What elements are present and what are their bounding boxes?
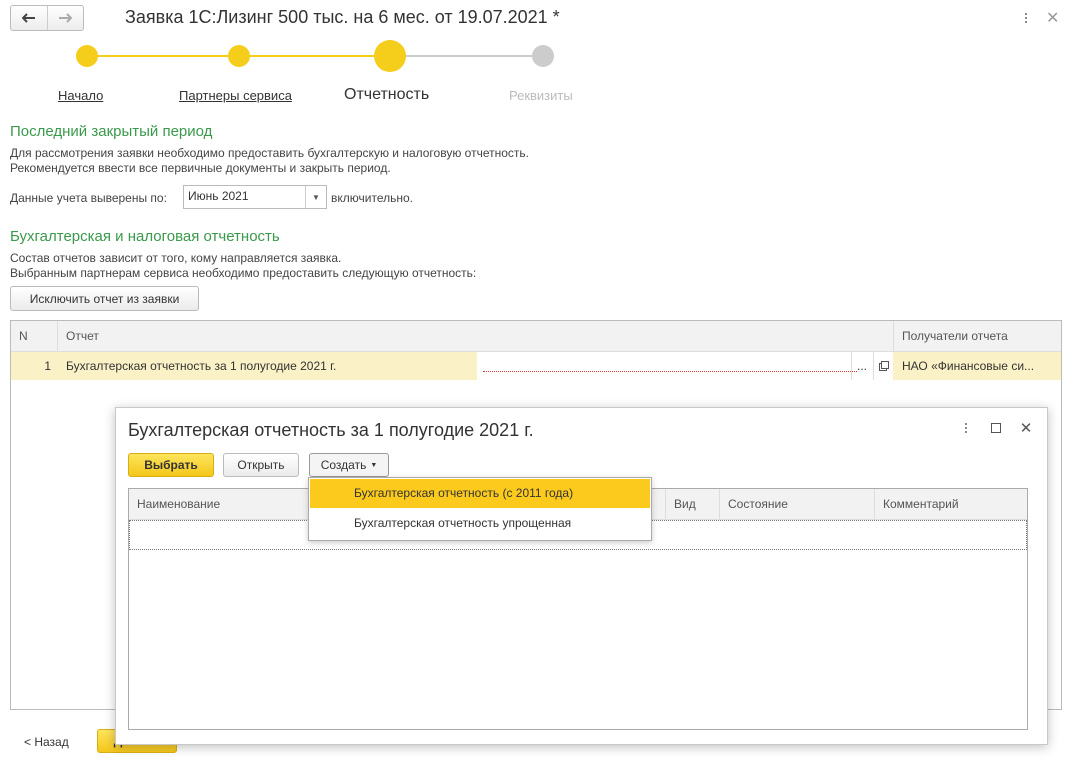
step-dot-start[interactable] <box>76 45 98 67</box>
arrow-right-icon <box>59 13 73 23</box>
create-button-label: Создать <box>320 458 367 472</box>
col-recipients[interactable]: Получатели отчета <box>893 321 1061 351</box>
create-dropdown-menu: Бухгалтерская отчетность (с 2011 года) Б… <box>308 477 652 541</box>
dialog-title: Бухгалтерская отчетность за 1 полугодие … <box>128 420 534 440</box>
period-select[interactable]: Июнь 2021 ▼ <box>183 185 327 209</box>
step-dot-partners[interactable] <box>228 45 250 67</box>
period-heading: Последний закрытый период <box>10 123 213 140</box>
step-current-label: Отчетность <box>344 86 430 103</box>
close-icon[interactable]: ✕ <box>1046 8 1059 28</box>
history-nav <box>10 5 84 31</box>
step-dot-reports <box>374 40 406 72</box>
dropdown-arrow-icon: ▼ <box>370 461 378 469</box>
forward-button[interactable] <box>46 6 84 30</box>
close-icon[interactable]: ✕ <box>1018 420 1034 437</box>
col-report[interactable]: Отчет <box>57 321 893 351</box>
reports-table-header: N Отчет Получатели отчета <box>11 321 1061 352</box>
back-link[interactable]: < Назад <box>24 735 69 749</box>
maximize-icon[interactable] <box>988 420 1004 436</box>
period-suffix: включительно. <box>331 191 413 205</box>
col-comment[interactable]: Комментарий <box>874 489 1027 519</box>
col-n[interactable]: N <box>11 321 57 351</box>
row-number: 1 <box>44 359 51 373</box>
reports-heading: Бухгалтерская и налоговая отчетность <box>10 228 280 245</box>
input-underline <box>483 371 857 372</box>
reports-text-2: Выбранным партнерам сервиса необходимо п… <box>10 266 477 280</box>
exclude-report-button[interactable]: Исключить отчет из заявки <box>10 286 199 311</box>
step-partners-link[interactable]: Партнеры сервиса <box>179 88 292 103</box>
arrow-left-icon <box>21 13 35 23</box>
dropdown-arrow-icon[interactable]: ▼ <box>305 186 326 208</box>
step-details-label: Реквизиты <box>509 88 573 103</box>
table-row[interactable]: 1 Бухгалтерская отчетность за 1 полугоди… <box>11 352 1061 380</box>
more-actions-icon[interactable] <box>958 420 974 436</box>
page-title: Заявка 1С:Лизинг 500 тыс. на 6 мес. от 1… <box>125 7 560 27</box>
step-progress-line-pending <box>390 55 543 57</box>
step-dot-details <box>532 45 554 67</box>
select-button[interactable]: Выбрать <box>128 453 214 477</box>
step-start-link[interactable]: Начало <box>58 88 103 103</box>
row-recipients: НАО «Финансовые си... <box>902 359 1035 373</box>
create-button[interactable]: Создать ▼ <box>309 453 389 477</box>
row-report-name: Бухгалтерская отчетность за 1 полугодие … <box>66 359 337 373</box>
back-button[interactable] <box>11 6 47 30</box>
reports-text-1: Состав отчетов зависит от того, кому нап… <box>10 251 342 265</box>
period-text-2: Рекомендуется ввести все первичные докум… <box>10 161 391 175</box>
period-field-label: Данные учета выверены по: <box>10 191 167 205</box>
choose-button[interactable]: ... <box>851 352 872 380</box>
report-selection-dialog: Бухгалтерская отчетность за 1 полугодие … <box>115 407 1048 745</box>
open-button[interactable]: Открыть <box>223 453 299 477</box>
menu-item-accounting-2011[interactable]: Бухгалтерская отчетность (с 2011 года) <box>310 479 650 508</box>
col-state[interactable]: Состояние <box>719 489 874 519</box>
more-actions-icon[interactable] <box>1019 10 1033 26</box>
open-icon[interactable] <box>873 352 894 380</box>
col-kind[interactable]: Вид <box>665 489 719 519</box>
menu-item-accounting-simplified[interactable]: Бухгалтерская отчетность упрощенная <box>310 509 650 538</box>
row-edit-field[interactable]: ... <box>477 352 893 380</box>
period-select-value: Июнь 2021 <box>188 189 249 203</box>
period-text-1: Для рассмотрения заявки необходимо предо… <box>10 146 529 160</box>
